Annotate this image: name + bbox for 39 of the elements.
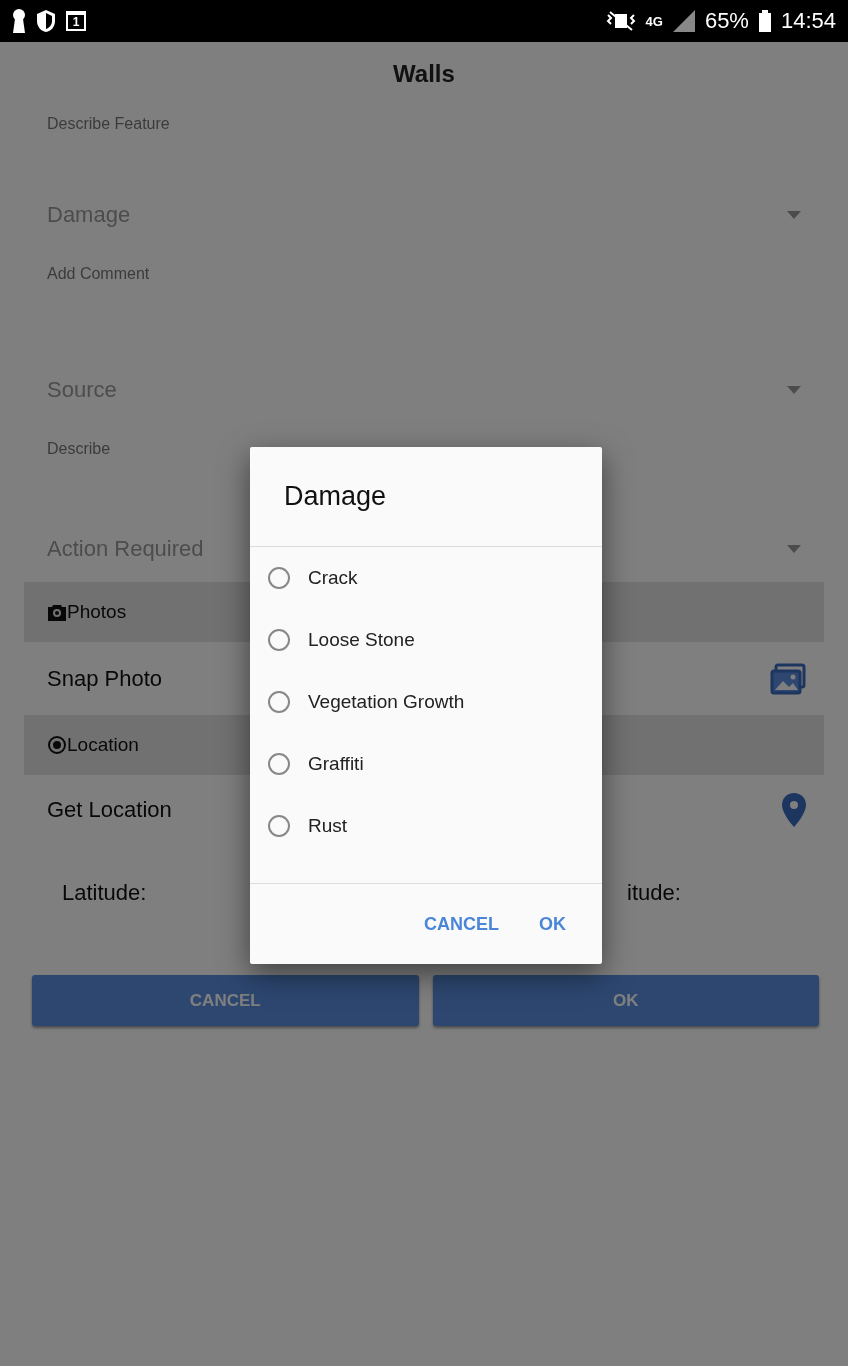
radio-button[interactable] [268,567,290,589]
radio-button[interactable] [268,815,290,837]
get-location-label[interactable]: Get Location [47,797,172,823]
dropdown-caret-icon[interactable] [787,386,801,394]
camera-icon [47,603,67,621]
battery-percent: 65% [704,8,749,34]
shield-icon [36,9,56,33]
keyhole-icon [12,9,26,33]
dropdown-caret-icon[interactable] [787,545,801,553]
longitude-label: itude: [627,879,682,906]
section-title: Location [67,734,139,756]
dialog-title: Damage [250,447,602,547]
text-field-label: Describe [47,440,111,457]
radio-button[interactable] [268,753,290,775]
page-title: Walls [392,58,456,89]
vibrate-muted-icon [605,11,636,31]
target-icon [47,735,67,755]
calendar-day: 1 [66,11,86,31]
section-title: Photos [67,601,127,623]
map-pin-icon[interactable] [782,793,806,827]
option-label[interactable]: Rust [308,815,348,837]
radio-button[interactable] [268,691,290,713]
signal-icon [672,10,695,32]
option-label[interactable]: Graffiti [308,753,364,775]
network-type: 4G [645,13,663,29]
radio-button[interactable] [268,629,290,651]
dialog-button[interactable]: OK [525,905,580,943]
text-field-label: Add Comment [47,265,150,282]
snap-photo-label[interactable]: Snap Photo [47,665,162,692]
dialog-button[interactable]: CANCEL [410,905,513,943]
option-label[interactable]: Loose Stone [308,629,415,651]
images-icon[interactable] [770,662,806,695]
dropdown-caret-icon[interactable] [787,211,801,219]
option-label[interactable]: Vegetation Growth [308,691,465,713]
option-label[interactable]: Crack [308,567,358,589]
battery-icon [758,10,771,32]
latitude-label: Latitude: [62,879,148,906]
text-field-label: Describe Feature [47,115,170,132]
clock: 14:54 [780,8,836,34]
